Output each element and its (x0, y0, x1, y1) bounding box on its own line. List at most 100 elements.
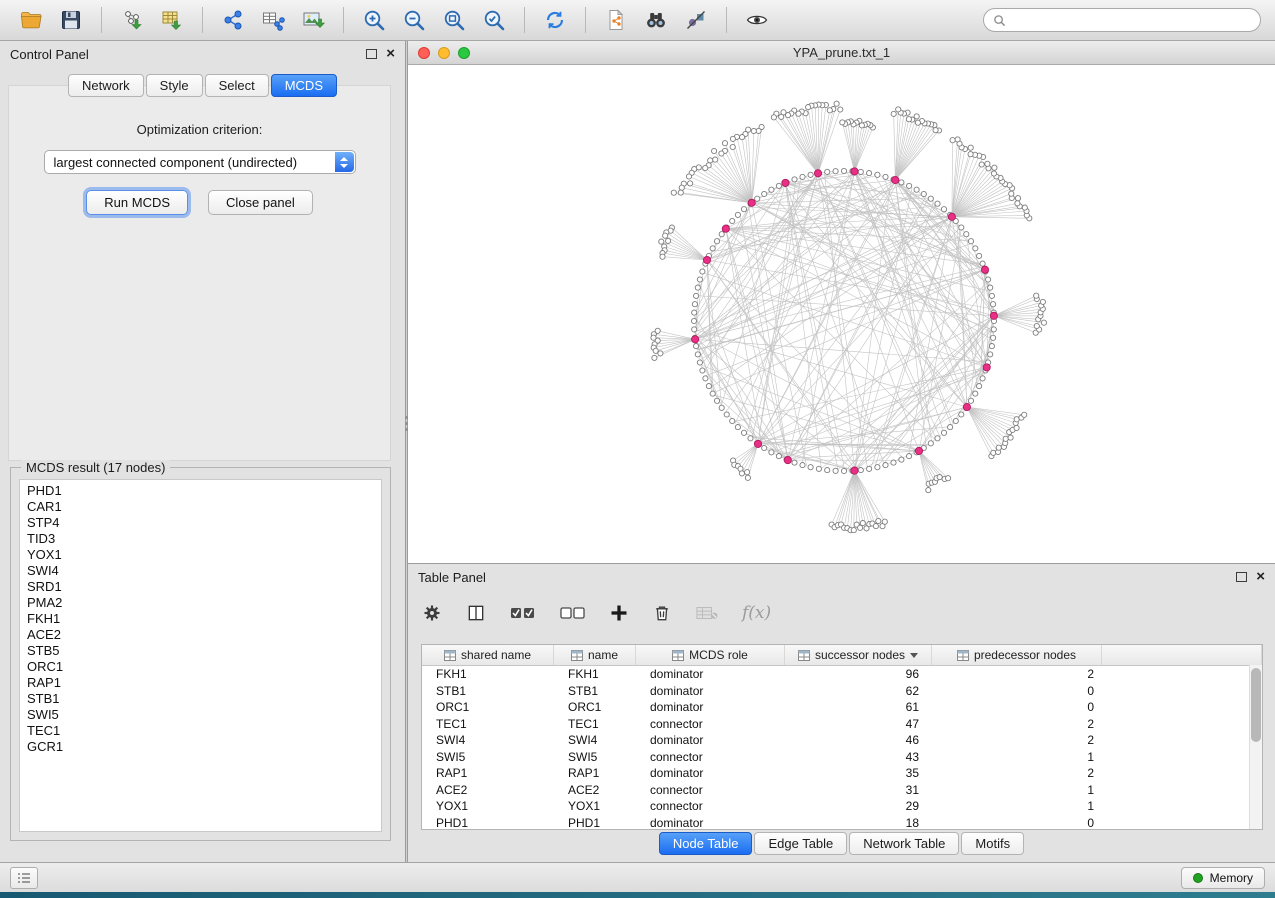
cell-successor-nodes[interactable]: 62 (785, 683, 932, 700)
float-panel-icon[interactable] (366, 49, 377, 59)
table-row[interactable]: STB1 STB1 dominator 62 0 (422, 683, 1262, 700)
cell-name[interactable]: ACE2 (554, 782, 636, 799)
dropdown-stepper[interactable] (335, 152, 354, 172)
import-network-button[interactable] (115, 4, 149, 36)
zoom-selected-button[interactable] (477, 4, 511, 36)
cell-predecessor-nodes[interactable]: 0 (932, 815, 1102, 831)
import-table-button[interactable] (155, 4, 189, 36)
cell-successor-nodes[interactable]: 29 (785, 798, 932, 815)
open-file-button[interactable] (14, 4, 48, 36)
search-box[interactable] (983, 8, 1261, 32)
cell-shared-name[interactable]: PHD1 (422, 815, 554, 831)
mcds-result-item[interactable]: RAP1 (20, 675, 381, 691)
mcds-result-item[interactable]: TEC1 (20, 723, 381, 739)
cell-shared-name[interactable]: ACE2 (422, 782, 554, 799)
document-share-button[interactable] (599, 4, 633, 36)
mcds-result-item[interactable]: STB5 (20, 643, 381, 659)
cell-mcds-role[interactable]: dominator (636, 732, 785, 749)
criterion-dropdown[interactable]: largest connected component (undirected) (44, 150, 356, 174)
cell-shared-name[interactable]: FKH1 (422, 666, 554, 683)
run-mcds-button[interactable]: Run MCDS (86, 190, 188, 215)
cell-name[interactable]: SWI4 (554, 732, 636, 749)
export-image-button[interactable] (296, 4, 330, 36)
column-header-predecessor-nodes[interactable]: predecessor nodes (932, 645, 1102, 665)
mcds-result-item[interactable]: SRD1 (20, 579, 381, 595)
cell-successor-nodes[interactable]: 96 (785, 666, 932, 683)
delete-column-button[interactable] (652, 603, 672, 623)
cell-mcds-role[interactable]: dominator (636, 683, 785, 700)
close-panel-icon[interactable]: × (386, 49, 395, 59)
cell-successor-nodes[interactable]: 18 (785, 815, 932, 831)
zoom-out-button[interactable] (397, 4, 431, 36)
cell-mcds-role[interactable]: connector (636, 798, 785, 815)
cell-predecessor-nodes[interactable]: 1 (932, 782, 1102, 799)
tab-style[interactable]: Style (146, 74, 203, 97)
cell-successor-nodes[interactable]: 46 (785, 732, 932, 749)
add-column-button[interactable] (610, 604, 628, 622)
cell-shared-name[interactable]: TEC1 (422, 716, 554, 733)
show-columns-button[interactable] (466, 603, 486, 623)
find-button[interactable] (639, 4, 673, 36)
refresh-button[interactable] (538, 4, 572, 36)
scrollbar-thumb[interactable] (1251, 668, 1261, 742)
mcds-result-item[interactable]: SWI4 (20, 563, 381, 579)
close-panel-button[interactable]: Close panel (208, 190, 313, 215)
cell-predecessor-nodes[interactable]: 2 (932, 666, 1102, 683)
zoom-in-button[interactable] (357, 4, 391, 36)
cell-mcds-role[interactable]: dominator (636, 666, 785, 683)
mcds-result-item[interactable]: ACE2 (20, 627, 381, 643)
cell-successor-nodes[interactable]: 47 (785, 716, 932, 733)
cell-shared-name[interactable]: RAP1 (422, 765, 554, 782)
cell-name[interactable]: RAP1 (554, 765, 636, 782)
tab-network-table[interactable]: Network Table (849, 832, 959, 855)
tab-network[interactable]: Network (68, 74, 144, 97)
mcds-result-item[interactable]: TID3 (20, 531, 381, 547)
mcds-result-item[interactable]: CAR1 (20, 499, 381, 515)
cell-predecessor-nodes[interactable]: 1 (932, 798, 1102, 815)
cell-predecessor-nodes[interactable]: 2 (932, 716, 1102, 733)
network-canvas[interactable] (408, 65, 1275, 563)
column-header-name[interactable]: name (554, 645, 636, 665)
save-session-button[interactable] (54, 4, 88, 36)
cell-shared-name[interactable]: STB1 (422, 683, 554, 700)
deselect-all-button[interactable] (560, 605, 586, 621)
cell-shared-name[interactable]: ORC1 (422, 699, 554, 716)
tab-motifs[interactable]: Motifs (961, 832, 1024, 855)
table-row[interactable]: YOX1 YOX1 connector 29 1 (422, 798, 1262, 815)
float-panel-icon[interactable] (1236, 572, 1247, 582)
zoom-fit-button[interactable] (437, 4, 471, 36)
show-graphics-button[interactable] (740, 4, 774, 36)
select-all-button[interactable] (510, 605, 536, 621)
mcds-result-item[interactable]: STP4 (20, 515, 381, 531)
cell-mcds-role[interactable]: connector (636, 782, 785, 799)
cell-successor-nodes[interactable]: 35 (785, 765, 932, 782)
cell-mcds-role[interactable]: connector (636, 749, 785, 766)
cell-mcds-role[interactable]: connector (636, 716, 785, 733)
cell-predecessor-nodes[interactable]: 0 (932, 683, 1102, 700)
cell-mcds-role[interactable]: dominator (636, 815, 785, 831)
column-header-shared-name[interactable]: shared name (422, 645, 554, 665)
cell-name[interactable]: YOX1 (554, 798, 636, 815)
mcds-result-item[interactable]: FKH1 (20, 611, 381, 627)
table-settings-button[interactable] (422, 603, 442, 623)
task-history-button[interactable] (10, 867, 38, 889)
mcds-result-item[interactable]: STB1 (20, 691, 381, 707)
memory-button[interactable]: Memory (1181, 867, 1265, 889)
tab-node-table[interactable]: Node Table (659, 832, 753, 855)
cell-name[interactable]: FKH1 (554, 666, 636, 683)
table-row[interactable]: FKH1 FKH1 dominator 96 2 (422, 666, 1262, 683)
mcds-result-item[interactable]: PMA2 (20, 595, 381, 611)
table-row[interactable]: ORC1 ORC1 dominator 61 0 (422, 699, 1262, 716)
cell-predecessor-nodes[interactable]: 0 (932, 699, 1102, 716)
column-header-mcds-role[interactable]: MCDS role (636, 645, 785, 665)
cell-name[interactable]: PHD1 (554, 815, 636, 831)
cell-mcds-role[interactable]: dominator (636, 699, 785, 716)
cell-name[interactable]: ORC1 (554, 699, 636, 716)
cell-successor-nodes[interactable]: 61 (785, 699, 932, 716)
table-row[interactable]: RAP1 RAP1 dominator 35 2 (422, 765, 1262, 782)
network-from-table-button[interactable] (256, 4, 290, 36)
cell-predecessor-nodes[interactable]: 1 (932, 749, 1102, 766)
mcds-result-item[interactable]: GCR1 (20, 739, 381, 755)
cell-successor-nodes[interactable]: 31 (785, 782, 932, 799)
cell-shared-name[interactable]: YOX1 (422, 798, 554, 815)
